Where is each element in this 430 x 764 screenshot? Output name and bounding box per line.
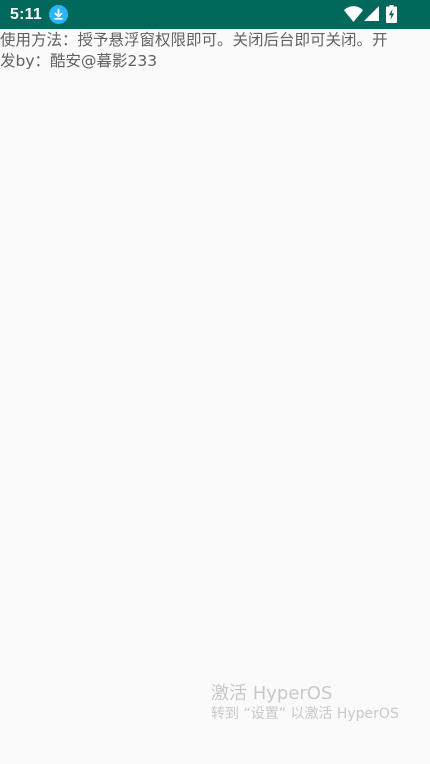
activation-watermark: 激活 HyperOS 转到 “设置” 以激活 HyperOS <box>211 683 399 723</box>
wifi-icon <box>344 6 363 22</box>
instructions-line-1: 使用方法：授予悬浮窗权限即可。关闭后台即可关闭。开 <box>0 31 388 49</box>
battery-charging-icon <box>386 5 397 23</box>
status-time: 5:11 <box>10 6 42 23</box>
download-icon <box>49 5 68 24</box>
usage-instructions: 使用方法：授予悬浮窗权限即可。关闭后台即可关闭。开 发by：酷安@暮影233 <box>0 30 430 72</box>
instructions-line-2: 发by：酷安@暮影233 <box>0 52 158 70</box>
watermark-title: 激活 HyperOS <box>211 683 333 704</box>
status-bar: 5:11 <box>0 0 430 29</box>
cellular-signal-icon <box>364 6 379 21</box>
watermark-subtitle: 转到 “设置” 以激活 HyperOS <box>211 706 399 722</box>
